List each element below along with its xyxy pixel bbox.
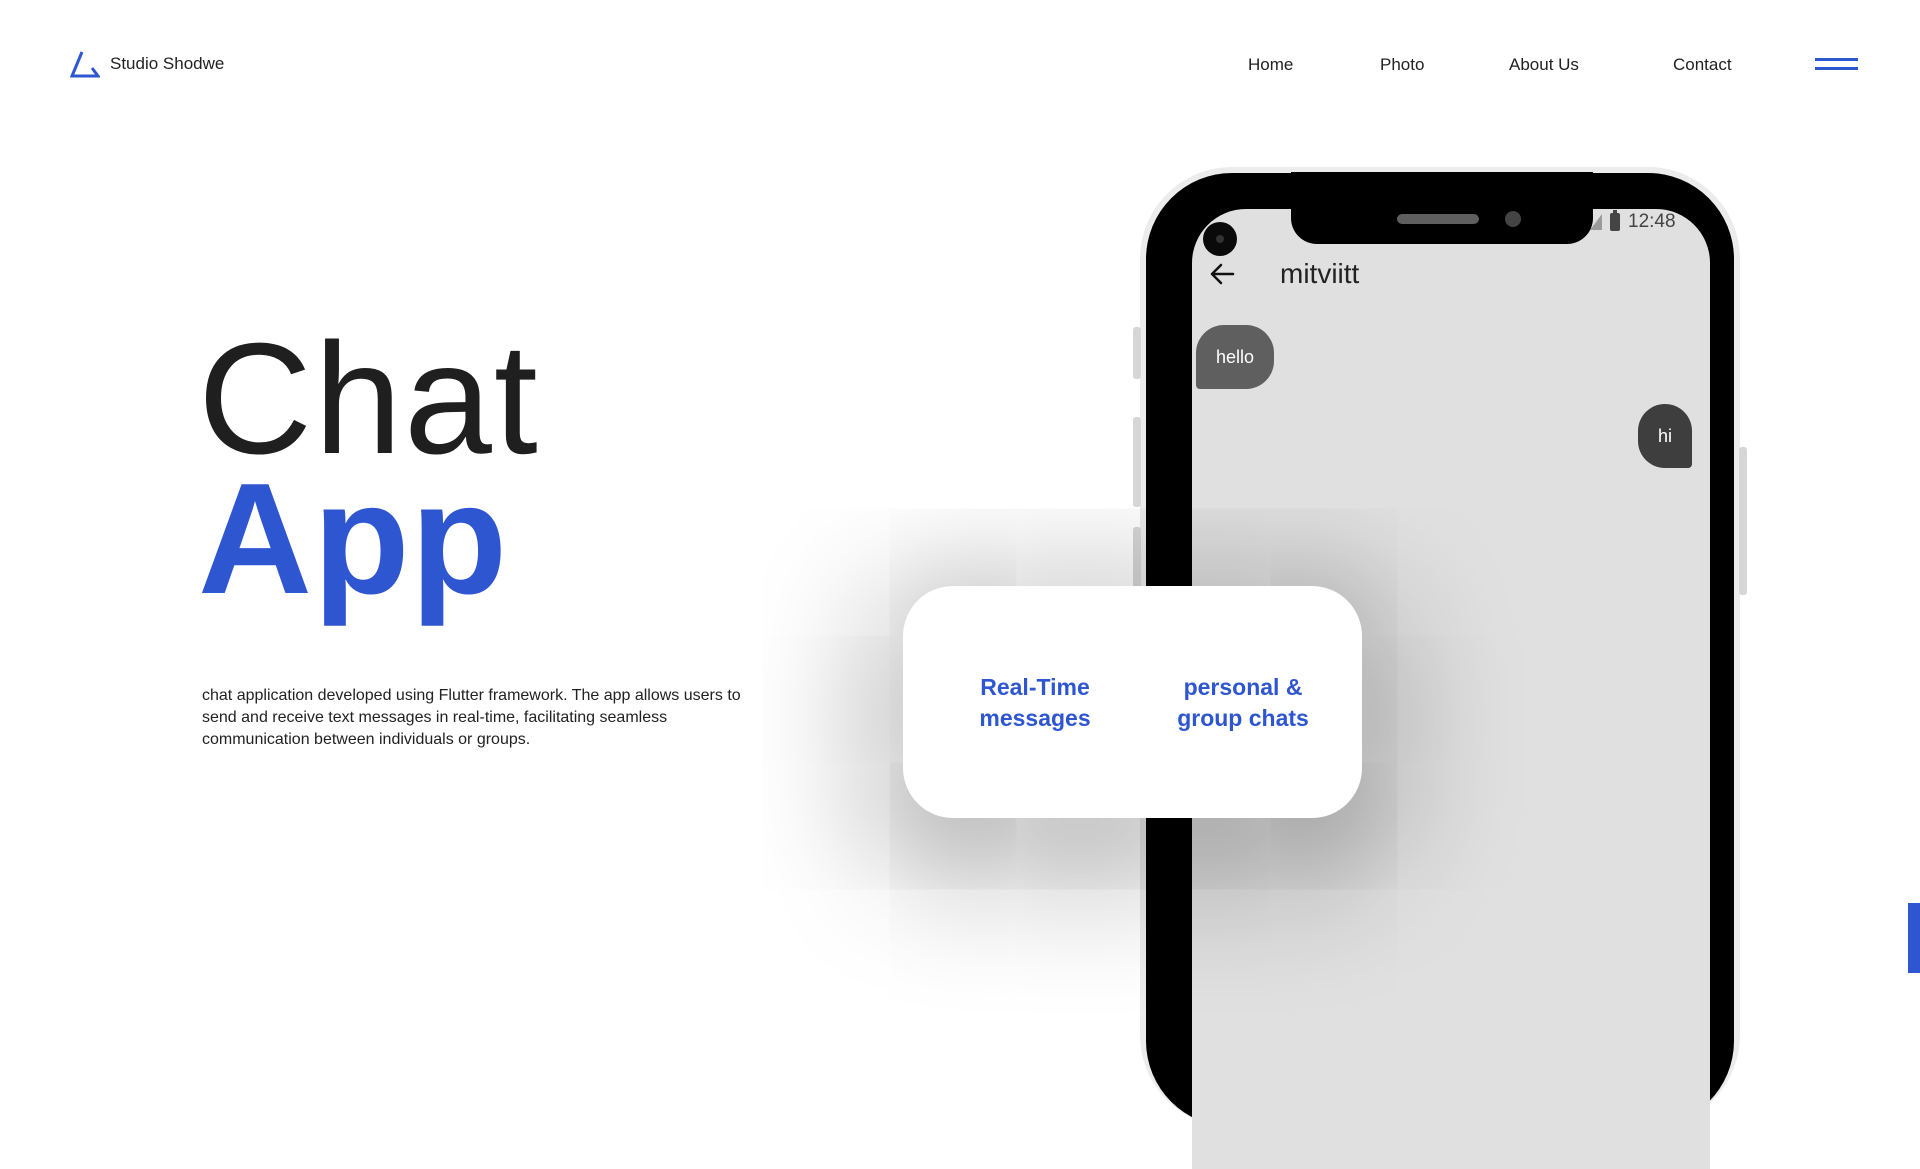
back-arrow-icon[interactable] — [1209, 262, 1235, 286]
hero-title-app: App — [198, 451, 509, 627]
main-nav: Home Photo About Us Contact — [0, 55, 1920, 79]
battery-icon — [1610, 210, 1620, 231]
nav-about-us[interactable]: About Us — [1509, 55, 1579, 75]
chat-title: mitviitt — [1280, 258, 1360, 289]
nav-contact[interactable]: Contact — [1673, 55, 1732, 75]
phone-side-button — [1133, 327, 1141, 379]
feature-personal-group-chats: personal & group chats — [1177, 674, 1309, 731]
message-bubble-outgoing: hi — [1638, 404, 1693, 468]
status-time: 12:48 — [1628, 211, 1676, 232]
signal-icon — [1590, 214, 1602, 230]
feature-card: Real-Time messages personal & group chat… — [903, 586, 1362, 818]
hero-description: chat application developed using Flutter… — [202, 687, 741, 748]
hamburger-menu-icon[interactable] — [1815, 58, 1858, 74]
camera-icon — [1203, 222, 1237, 256]
edge-tab[interactable] — [1908, 903, 1920, 973]
nav-home[interactable]: Home — [1248, 55, 1293, 75]
status-bar: 12:48 — [1590, 210, 1676, 233]
phone-side-button — [1133, 417, 1141, 507]
nav-photo[interactable]: Photo — [1380, 55, 1424, 75]
speaker-grille — [1397, 214, 1479, 224]
phone-side-button — [1739, 447, 1747, 595]
feature-realtime-messages: Real-Time messages — [979, 674, 1091, 731]
phone-notch — [1291, 172, 1593, 244]
front-camera — [1505, 211, 1521, 227]
message-bubble-incoming: hello — [1196, 325, 1275, 389]
